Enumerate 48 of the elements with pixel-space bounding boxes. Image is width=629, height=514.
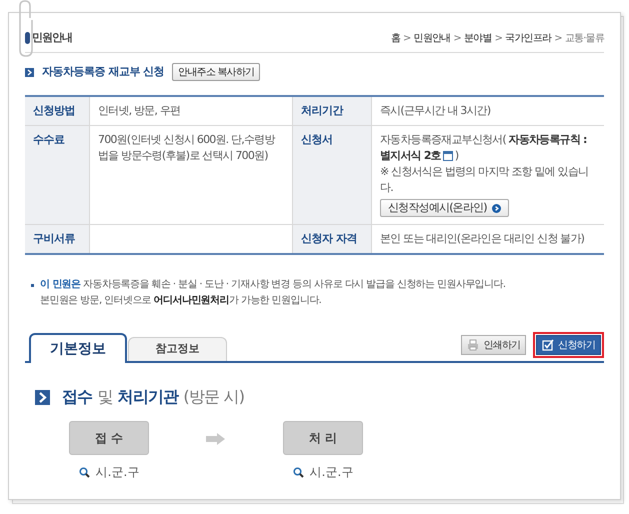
printer-icon xyxy=(467,339,480,351)
page-title: 민원안내 xyxy=(32,30,72,46)
form-name-text: 자동차등록증재교부신청서( 자동차등록규칙 : xyxy=(380,132,587,148)
note-text: ※ 신청서식은 법령의 마지막 조항 밑에 있습니다. xyxy=(380,164,590,196)
notice-text: 이 민원은 자동차등록증을 훼손 · 분실 · 도난 · 기재사항 변경 등의 사유로 다시 발급을 신청하는 민원사무입니다. 본민원은 방문, 인터넷으로 어디서나민원처리가 가능한 민원입니다. xyxy=(40,278,506,308)
breadcrumb-separator: > xyxy=(453,32,461,46)
label-cell: 신청방법 xyxy=(25,97,90,125)
arrow-circle-icon xyxy=(492,204,501,212)
window-icon[interactable] xyxy=(442,151,453,161)
label-cell: 구비서류 xyxy=(25,225,90,253)
bullet-icon xyxy=(25,32,30,44)
paren-text: ) xyxy=(454,148,458,164)
breadcrumb-link[interactable]: 민원안내 xyxy=(414,31,450,46)
breadcrumb-link[interactable]: 국가인프라 xyxy=(505,31,552,46)
arrow-square-icon xyxy=(35,390,50,404)
search-icon[interactable] xyxy=(292,466,304,478)
breadcrumb-separator: > xyxy=(494,32,502,46)
print-button[interactable]: 인쇄하기 xyxy=(461,335,526,355)
tab[interactable]: 참고정보 xyxy=(128,337,227,361)
service-title: 자동차등록증 재교부 신청 xyxy=(42,64,164,80)
office-link[interactable]: 시.군.구 xyxy=(96,463,140,481)
label-cell: 신청서 xyxy=(293,126,372,224)
value-cell-text: 즉시(근무시간 내 3시간) xyxy=(379,103,492,119)
section-heading: 접수 및 처리기관 (방문 시) xyxy=(62,386,244,408)
breadcrumb-link[interactable]: 분야별 xyxy=(464,31,492,46)
value-cell-text: 인터넷, 방문, 우편 xyxy=(97,103,182,119)
value-cell-text: 본인 또는 대리인(온라인은 대리인 신청 불가) xyxy=(379,231,586,247)
step-box: 접 수 xyxy=(69,421,149,455)
breadcrumb-separator: > xyxy=(554,32,562,46)
arrow-icon xyxy=(206,433,226,445)
apply-button[interactable]: 신청하기 xyxy=(536,335,601,355)
label-cell: 처리기간 xyxy=(293,97,372,125)
breadcrumb-separator: > xyxy=(403,32,411,46)
breadcrumb-link[interactable]: 홈 xyxy=(390,31,400,46)
checklist-icon xyxy=(542,339,554,351)
example-button[interactable]: 신청작성예시(온라인) xyxy=(380,199,509,217)
copy-address-button[interactable]: 안내주소 복사하기 xyxy=(172,63,260,81)
tab[interactable]: 기본정보 xyxy=(29,333,127,363)
search-icon[interactable] xyxy=(78,466,90,478)
office-link[interactable]: 시.군.구 xyxy=(310,463,354,481)
value-cell-text: 700원(인터넷 신청시 600원. 단,수령방법을 방문수령(후불)로 선택시 700원) xyxy=(97,132,276,164)
label-cell: 신청자 자격 xyxy=(293,225,372,253)
step-box: 처 리 xyxy=(283,421,363,455)
breadcrumb-link[interactable]: 교통·물류 xyxy=(564,31,604,46)
label-cell: 수수료 xyxy=(25,126,90,224)
form-name-text: 별지서식 2호 xyxy=(380,148,441,164)
bullet-icon xyxy=(31,284,34,287)
arrow-square-icon xyxy=(25,68,34,76)
